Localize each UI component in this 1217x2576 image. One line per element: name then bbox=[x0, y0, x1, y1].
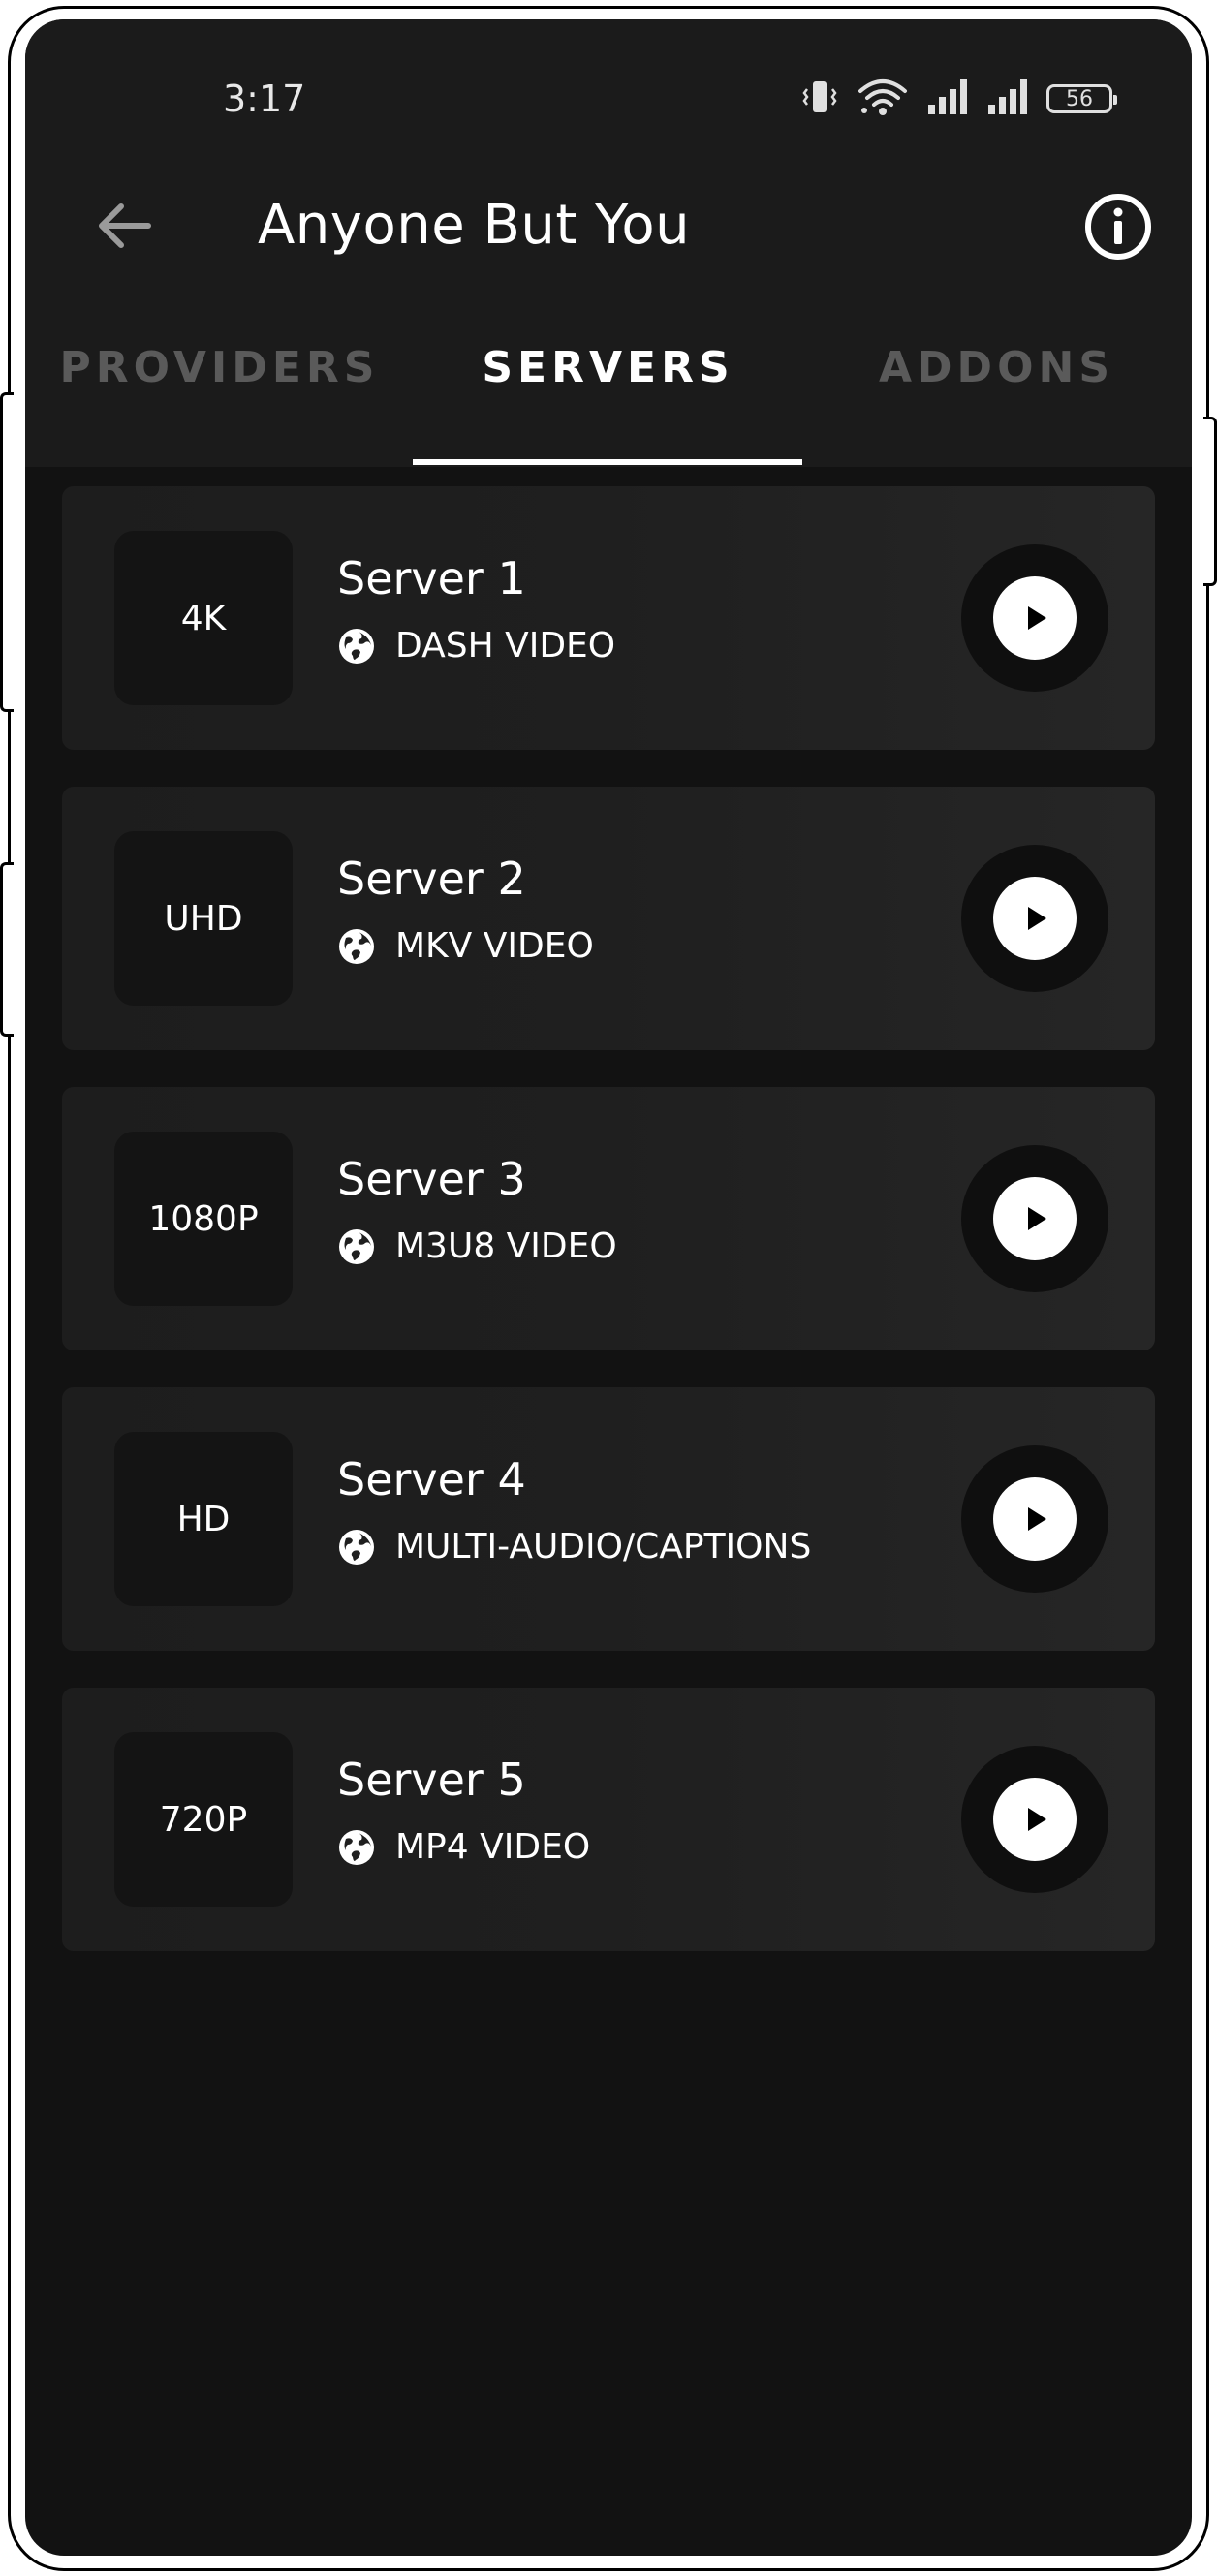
server-type: M3U8 VIDEO bbox=[337, 1226, 617, 1266]
side-button bbox=[1203, 417, 1217, 586]
signal-icon bbox=[986, 78, 1029, 121]
play-button[interactable] bbox=[961, 1145, 1108, 1292]
globe-icon bbox=[339, 928, 374, 964]
play-button[interactable] bbox=[961, 845, 1108, 992]
page-title: Anyone But You bbox=[258, 194, 691, 257]
globe-icon bbox=[339, 1228, 374, 1264]
app-screen: 3:17 56 Anyone But You PROVIDERS SERVERS… bbox=[25, 19, 1192, 2556]
server-card[interactable]: HD Server 4 MULTI-AUDIO/CAPTIONS bbox=[62, 1387, 1155, 1651]
status-time: 3:17 bbox=[223, 78, 306, 120]
server-card[interactable]: 4K Server 1 DASH VIDEO bbox=[62, 486, 1155, 750]
tab-addons[interactable]: ADDONS bbox=[802, 291, 1191, 467]
play-button[interactable] bbox=[961, 1746, 1108, 1893]
server-card[interactable]: UHD Server 2 MKV VIDEO bbox=[62, 787, 1155, 1050]
app-header: Anyone But You bbox=[25, 155, 1192, 291]
server-type: DASH VIDEO bbox=[337, 626, 615, 666]
server-card[interactable]: 1080P Server 3 M3U8 VIDEO bbox=[62, 1087, 1155, 1350]
play-icon bbox=[1028, 1207, 1046, 1230]
server-name: Server 1 bbox=[337, 552, 526, 605]
quality-badge: 720P bbox=[114, 1732, 293, 1907]
globe-icon bbox=[339, 1829, 374, 1865]
server-type-label: MULTI-AUDIO/CAPTIONS bbox=[395, 1527, 812, 1567]
signal-icon bbox=[926, 78, 969, 121]
server-type: MKV VIDEO bbox=[337, 926, 594, 966]
back-button[interactable] bbox=[81, 182, 169, 269]
info-icon bbox=[1085, 194, 1151, 260]
server-card[interactable]: 720P Server 5 MP4 VIDEO bbox=[62, 1688, 1155, 1951]
play-icon bbox=[1028, 606, 1046, 630]
server-name: Server 3 bbox=[337, 1153, 526, 1205]
quality-badge: 1080P bbox=[114, 1132, 293, 1306]
side-button bbox=[0, 862, 14, 1037]
server-type: MP4 VIDEO bbox=[337, 1827, 590, 1867]
globe-icon bbox=[339, 628, 374, 664]
server-name: Server 2 bbox=[337, 853, 526, 905]
play-button[interactable] bbox=[961, 1445, 1108, 1593]
server-type-label: M3U8 VIDEO bbox=[395, 1226, 617, 1266]
play-icon bbox=[1028, 1507, 1046, 1531]
quality-badge: HD bbox=[114, 1432, 293, 1606]
status-bar: 3:17 56 bbox=[25, 19, 1192, 155]
battery-indicator: 56 bbox=[1046, 84, 1117, 113]
active-tab-indicator bbox=[413, 459, 802, 465]
info-button[interactable] bbox=[1070, 178, 1167, 275]
quality-badge: UHD bbox=[114, 831, 293, 1006]
server-list: 4K Server 1 DASH VIDEO UHD Server 2 MKV … bbox=[62, 486, 1155, 1988]
play-icon bbox=[1028, 1808, 1046, 1831]
tab-providers[interactable]: PROVIDERS bbox=[25, 291, 414, 467]
server-type-label: MKV VIDEO bbox=[395, 926, 594, 966]
server-type: MULTI-AUDIO/CAPTIONS bbox=[337, 1527, 811, 1567]
globe-icon bbox=[339, 1529, 374, 1565]
server-name: Server 4 bbox=[337, 1453, 526, 1505]
server-type-label: DASH VIDEO bbox=[395, 626, 616, 666]
play-button[interactable] bbox=[961, 544, 1108, 692]
quality-badge: 4K bbox=[114, 531, 293, 705]
play-icon bbox=[1028, 907, 1046, 930]
tab-servers[interactable]: SERVERS bbox=[414, 291, 802, 467]
server-name: Server 5 bbox=[337, 1754, 526, 1806]
arrow-left-icon bbox=[99, 203, 151, 248]
status-icons: 56 bbox=[800, 78, 1117, 121]
tab-bar: PROVIDERS SERVERS ADDONS bbox=[25, 291, 1192, 467]
server-type-label: MP4 VIDEO bbox=[395, 1827, 591, 1867]
wifi-icon bbox=[857, 78, 909, 121]
side-button bbox=[0, 392, 14, 712]
vibrate-icon bbox=[800, 78, 839, 121]
